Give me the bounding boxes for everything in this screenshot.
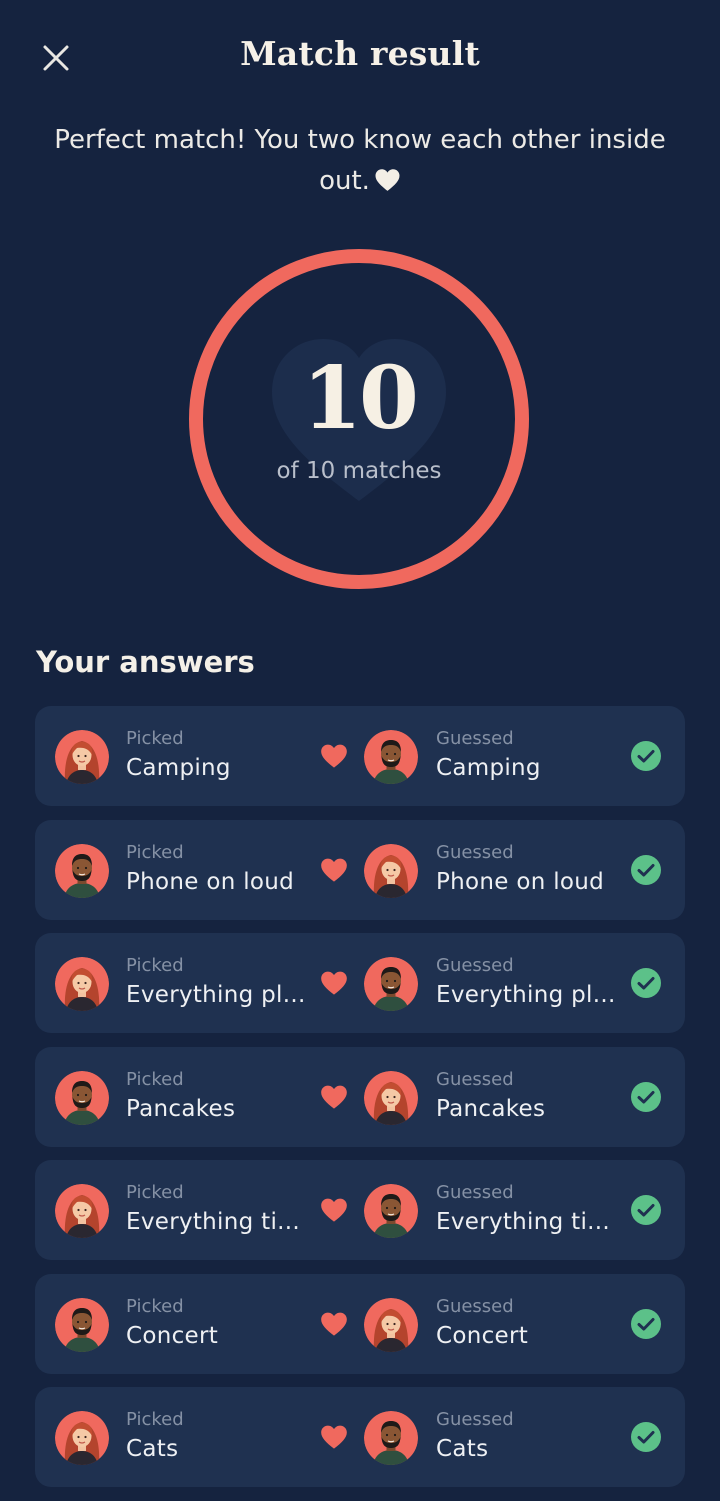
check-icon [631, 1081, 661, 1112]
answer-row-3[interactable]: Picked Everything pl... Guessed Everythi… [35, 933, 685, 1033]
guessed-label: Guessed [436, 841, 514, 863]
guessed-label: Guessed [436, 1182, 514, 1203]
picked-label: Picked [126, 1182, 184, 1203]
guessed-value: Everything pl... [436, 982, 616, 1008]
picked-label: Picked [126, 1068, 184, 1090]
match-heart-icon [321, 1085, 347, 1109]
match-heart-icon [321, 1425, 347, 1449]
answer-row-7[interactable]: Picked Cats Guessed Cats [35, 1387, 685, 1487]
check-icon [631, 1195, 661, 1225]
picked-avatar-woman [55, 1411, 109, 1465]
picked-label: Picked [126, 955, 184, 976]
picked-value: Concert [126, 1322, 219, 1349]
guessed-value: Phone on loud [436, 868, 605, 895]
picked-label: Picked [126, 1295, 184, 1317]
guessed-value: Cats [436, 1436, 489, 1462]
match-heart-icon [321, 744, 347, 768]
answers-list: Picked Camping Guessed Camping Picked Ph… [35, 706, 685, 1501]
picked-value: Pancakes [126, 1095, 236, 1122]
guessed-value: Pancakes [436, 1095, 546, 1122]
check-icon [631, 968, 661, 998]
score-caption: of 10 matches [276, 458, 442, 484]
guessed-avatar-woman [364, 843, 418, 898]
heart-icon [374, 164, 401, 205]
answer-row-4[interactable]: Picked Pancakes Guessed Pancakes [35, 1046, 685, 1147]
result-message: Perfect match! You two know each other i… [30, 120, 690, 205]
picked-avatar-woman [55, 957, 109, 1011]
check-icon [631, 741, 661, 771]
answer-row-5[interactable]: Picked Everything ti... Guessed Everythi… [35, 1160, 685, 1260]
picked-value: Everything pl... [126, 982, 306, 1008]
answers-title: Your answers [36, 645, 255, 679]
check-icon [631, 854, 661, 885]
match-heart-icon [321, 1198, 347, 1222]
guessed-value: Camping [436, 755, 541, 781]
result-message-text: Perfect match! You two know each other i… [54, 125, 666, 196]
guessed-avatar-man [364, 957, 418, 1011]
picked-value: Camping [126, 755, 231, 781]
guessed-value: Concert [436, 1322, 529, 1349]
picked-avatar-woman [55, 1184, 109, 1238]
guessed-avatar-man [364, 1411, 418, 1465]
guessed-label: Guessed [436, 955, 514, 976]
match-heart-icon [321, 971, 347, 995]
guessed-label: Guessed [436, 1295, 514, 1317]
guessed-avatar-man [364, 1184, 418, 1238]
match-heart-icon [321, 858, 347, 882]
picked-value: Cats [126, 1436, 179, 1462]
picked-label: Picked [126, 841, 184, 863]
picked-label: Picked [126, 1409, 184, 1430]
guessed-avatar-man [364, 730, 418, 784]
match-heart-icon [321, 1312, 347, 1336]
header: Match result [0, 0, 720, 116]
check-icon [631, 1422, 661, 1452]
picked-value: Phone on loud [126, 868, 295, 895]
guessed-avatar-woman [364, 1297, 418, 1352]
picked-avatar-man [55, 1070, 109, 1125]
picked-avatar-man [55, 843, 109, 898]
score-value: 10 [302, 348, 419, 449]
picked-avatar-woman [55, 730, 109, 784]
picked-label: Picked [126, 728, 184, 749]
guessed-label: Guessed [436, 1409, 514, 1430]
answer-row-6[interactable]: Picked Concert Guessed Concert [35, 1273, 685, 1374]
guessed-label: Guessed [436, 728, 514, 749]
answer-row-2[interactable]: Picked Phone on loud Guessed Phone on lo… [35, 819, 685, 920]
picked-avatar-man [55, 1297, 109, 1352]
guessed-avatar-woman [364, 1070, 418, 1125]
check-icon [631, 1308, 661, 1339]
guessed-label: Guessed [436, 1068, 514, 1090]
answer-row-1[interactable]: Picked Camping Guessed Camping [35, 706, 685, 806]
guessed-value: Everything ti... [436, 1209, 610, 1235]
picked-value: Everything ti... [126, 1209, 300, 1235]
page-title: Match result [240, 34, 480, 73]
